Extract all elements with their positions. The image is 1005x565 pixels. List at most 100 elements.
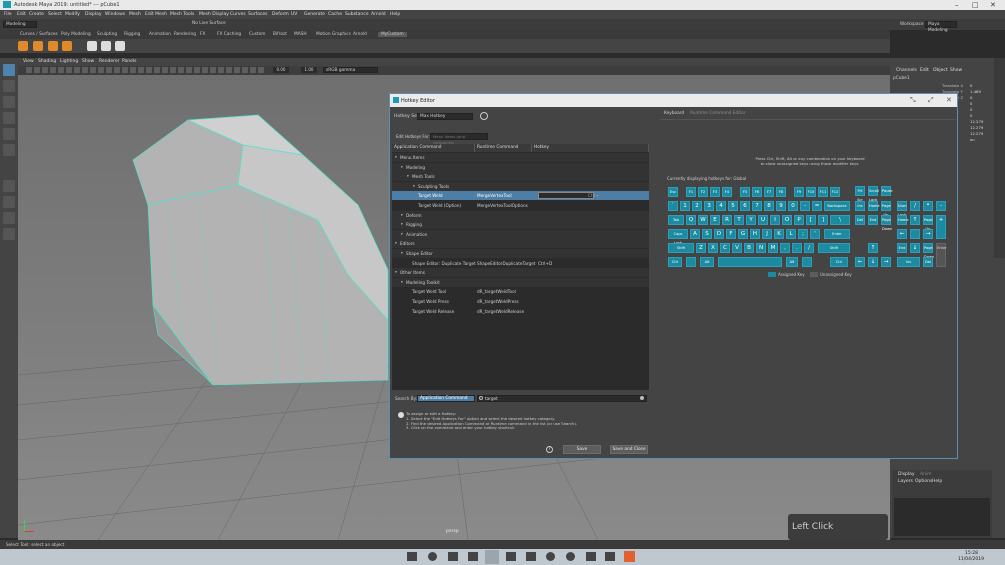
layout-icon[interactable] bbox=[3, 228, 15, 240]
tree-row[interactable]: ▾ Animation bbox=[392, 229, 649, 239]
workspace-dropdown[interactable]: Maya Modeling bbox=[925, 21, 957, 33]
viewport-menu-renderer[interactable]: Renderer bbox=[99, 59, 120, 64]
viewport-menu-shading[interactable]: Shading bbox=[38, 59, 56, 64]
viewport-tool-icon[interactable] bbox=[130, 67, 136, 73]
key-win[interactable] bbox=[686, 257, 696, 267]
menu-item-mesh-display[interactable]: Mesh Display bbox=[199, 12, 229, 17]
channel-value[interactable]: 12.279 bbox=[970, 125, 990, 130]
live-surface-field[interactable]: No Live Surface bbox=[190, 21, 230, 28]
script-icon[interactable] bbox=[115, 41, 125, 51]
key-r2-1[interactable]: W bbox=[698, 215, 708, 225]
tab-runtime-command-editor[interactable]: Runtime Command Editor bbox=[690, 111, 745, 116]
key-np-enter[interactable]: Enter bbox=[936, 243, 947, 267]
tree-row[interactable]: Shape Editor: Duplicate Target ShapeEdito… bbox=[392, 259, 649, 268]
key-num12[interactable]: = bbox=[812, 201, 822, 211]
key-r3-3[interactable]: F bbox=[726, 229, 736, 239]
channel-box-tab-edit[interactable]: Edit bbox=[920, 68, 929, 73]
channel-label[interactable]: Translate X bbox=[942, 83, 963, 88]
menu-item-create[interactable]: Create bbox=[29, 12, 44, 17]
tree-row[interactable]: ▾ Modeling bbox=[392, 162, 649, 172]
menu-item-deform[interactable]: Deform bbox=[272, 12, 289, 17]
viewport-tool-icon[interactable] bbox=[26, 67, 32, 73]
key-rctrl[interactable]: Ctrl bbox=[830, 257, 848, 267]
key-r3-0[interactable]: A bbox=[690, 229, 700, 239]
viewport-tool-icon[interactable] bbox=[42, 67, 48, 73]
key-r2-10[interactable]: [ bbox=[806, 215, 816, 225]
key-f9[interactable]: F9 bbox=[794, 187, 804, 197]
layer-tab-display[interactable]: Display bbox=[898, 472, 915, 477]
paint-select-icon[interactable] bbox=[3, 96, 15, 108]
tree-row[interactable]: ▾ Deform bbox=[392, 210, 649, 220]
shelf-tab-rendering[interactable]: Rendering bbox=[174, 32, 196, 37]
key-np1[interactable]: End bbox=[897, 243, 907, 253]
key-r4-1[interactable]: X bbox=[708, 243, 718, 253]
key-num2[interactable]: 2 bbox=[692, 201, 702, 211]
key-ins[interactable]: Ins bbox=[855, 201, 865, 211]
cube-icon[interactable] bbox=[33, 41, 43, 51]
shelf-tab-motion-graphics[interactable]: Motion Graphics bbox=[316, 32, 351, 37]
shelf-tab-mycustom[interactable]: MyCustom bbox=[378, 32, 407, 37]
tree-row[interactable]: Target Weld Press dR_targetWeldPress bbox=[392, 297, 649, 306]
key-r4-2[interactable]: C bbox=[720, 243, 730, 253]
menu-item-uv[interactable]: UV bbox=[291, 12, 297, 17]
key-r4-4[interactable]: B bbox=[744, 243, 754, 253]
key-f12[interactable]: F12 bbox=[830, 187, 840, 197]
key-num8[interactable]: 8 bbox=[764, 201, 774, 211]
menu-item-substance[interactable]: Substance bbox=[345, 12, 369, 17]
layer-tab-anim[interactable]: Anim bbox=[920, 472, 932, 477]
viewport-tool-icon[interactable] bbox=[154, 67, 160, 73]
viewport-tool-icon[interactable] bbox=[258, 67, 264, 73]
key-r3-8[interactable]: L bbox=[786, 229, 796, 239]
channel-value[interactable]: 0 bbox=[970, 113, 990, 118]
expand-arrow-icon[interactable]: ▾ bbox=[413, 182, 415, 191]
key-r3-10[interactable]: ' bbox=[810, 229, 820, 239]
key-r4-0[interactable]: Z bbox=[696, 243, 706, 253]
key-lalt[interactable]: Alt bbox=[700, 257, 714, 267]
tab-keyboard[interactable]: Keyboard bbox=[664, 111, 684, 116]
key-num0[interactable]: ` bbox=[668, 201, 678, 211]
key-np4[interactable]: ← bbox=[897, 229, 907, 239]
scale-tool-icon[interactable] bbox=[3, 144, 15, 156]
channel-value[interactable]: 12.279 bbox=[970, 131, 990, 136]
app-icon[interactable] bbox=[526, 552, 536, 561]
shelf-tab-poly-modeling[interactable]: Poly Modeling bbox=[61, 32, 91, 37]
channel-box-tab-show[interactable]: Show bbox=[950, 68, 962, 73]
expand-arrow-icon[interactable]: ▾ bbox=[401, 211, 403, 220]
expand-arrow-icon[interactable]: ▾ bbox=[401, 249, 403, 258]
key-r2-5[interactable]: Y bbox=[746, 215, 756, 225]
app-icon[interactable] bbox=[546, 552, 555, 561]
search-by-dropdown[interactable]: Application Command bbox=[417, 395, 475, 402]
key-tab[interactable]: Tab bbox=[668, 215, 684, 225]
shelf-tab-fx-caching[interactable]: FX Caching bbox=[217, 32, 241, 37]
key-f10[interactable]: F10 bbox=[806, 187, 816, 197]
key-r3-7[interactable]: K bbox=[774, 229, 784, 239]
cylinder-icon[interactable] bbox=[48, 41, 58, 51]
key-lctrl[interactable]: Ctrl bbox=[668, 257, 682, 267]
menu-item-display[interactable]: Display bbox=[85, 12, 102, 17]
menu-item-file[interactable]: File bbox=[4, 12, 12, 17]
key-f5[interactable]: F5 bbox=[740, 187, 750, 197]
shelf-tab-fx[interactable]: FX bbox=[200, 32, 205, 37]
viewport-tool-icon[interactable] bbox=[106, 67, 112, 73]
app-icon[interactable] bbox=[506, 552, 516, 561]
menu-item-help[interactable]: Help bbox=[390, 12, 400, 17]
key-r2-9[interactable]: P bbox=[794, 215, 804, 225]
menu-set-dropdown[interactable]: Modeling bbox=[3, 21, 37, 28]
expand-arrow-icon[interactable]: ▾ bbox=[401, 163, 403, 172]
key-up[interactable]: ↑ bbox=[868, 243, 878, 253]
restore-icon[interactable]: ⤢ bbox=[928, 96, 934, 105]
file-explorer-icon[interactable] bbox=[407, 552, 417, 561]
key-down[interactable]: ↓ bbox=[868, 257, 878, 267]
key-pause[interactable]: Pause bbox=[881, 186, 893, 196]
viewport-tool-icon[interactable] bbox=[50, 67, 56, 73]
channel-box-tab-channels[interactable]: Channels bbox=[896, 68, 917, 73]
key-esc[interactable]: Esc bbox=[668, 187, 678, 197]
tree-row[interactable]: ▾ Shape Editor bbox=[392, 249, 649, 258]
key-r3-9[interactable]: ; bbox=[798, 229, 808, 239]
key-np-dot[interactable]: Del bbox=[923, 257, 933, 267]
key-home[interactable]: Home bbox=[868, 201, 880, 211]
edit-hotkeys-for-dropdown[interactable]: Menu items (and categories) bbox=[430, 133, 488, 145]
key-backslash[interactable]: \ bbox=[830, 215, 850, 225]
app-icon[interactable] bbox=[586, 552, 596, 561]
key-f2[interactable]: F2 bbox=[698, 187, 708, 197]
